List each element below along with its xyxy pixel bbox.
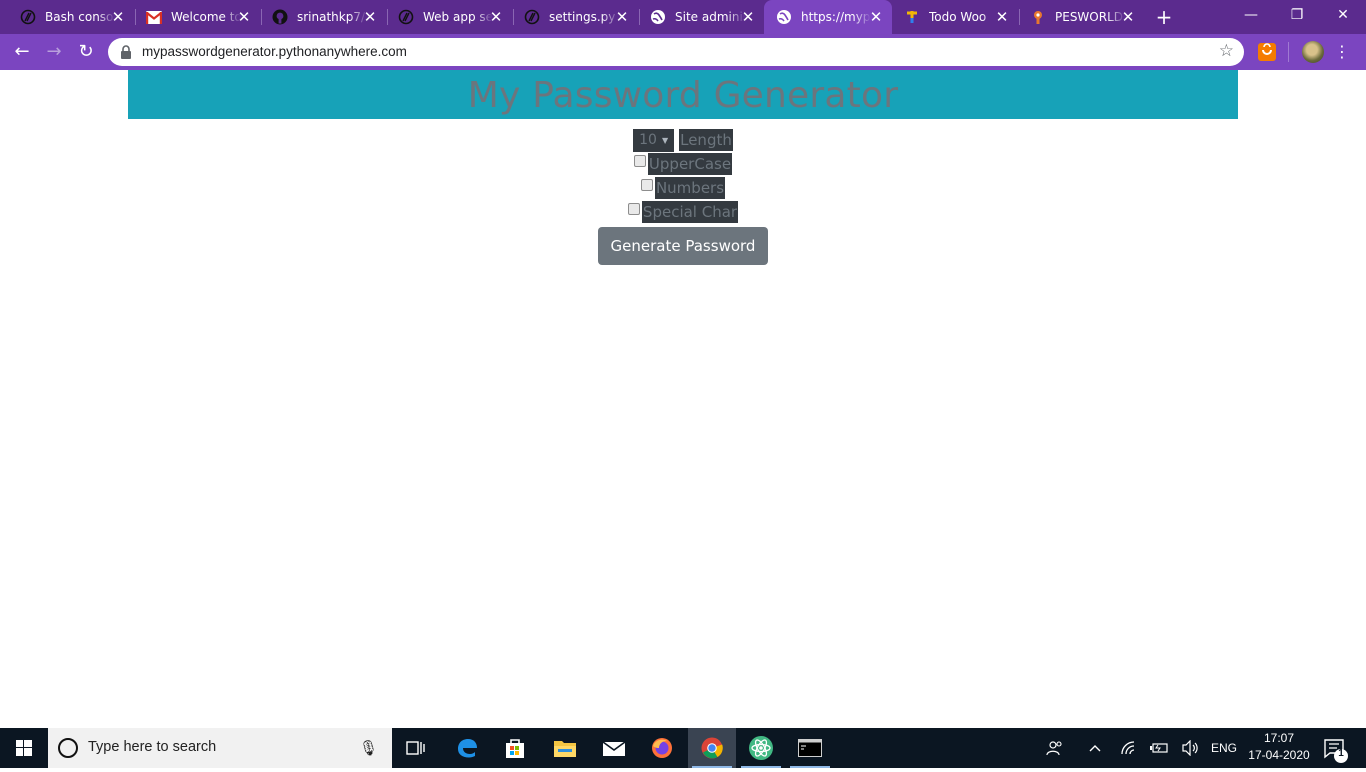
forward-button[interactable]: →	[40, 38, 68, 66]
gmail-icon	[146, 9, 162, 25]
tab-pesworld[interactable]: PESWORLD ✕	[1018, 0, 1144, 34]
clock-date: 17-04-2020	[1248, 748, 1310, 762]
lock-icon	[121, 45, 131, 59]
numbers-checkbox[interactable]	[640, 179, 653, 191]
close-window-button[interactable]: ✕	[1320, 0, 1366, 30]
toolbar-divider	[1288, 42, 1289, 62]
numbers-label: Numbers	[654, 177, 726, 199]
special-char-label: Special Char	[641, 201, 739, 223]
uppercase-checkbox[interactable]	[633, 155, 646, 167]
reload-button[interactable]: ↻	[72, 38, 100, 66]
microphone-icon[interactable]: 🎙	[359, 739, 378, 757]
people-icon[interactable]	[1042, 728, 1068, 768]
avatar[interactable]	[1302, 41, 1324, 63]
action-center-icon[interactable]: 1	[1318, 728, 1366, 768]
url-text: mypasswordgenerator.pythonanywhere.com	[142, 44, 407, 59]
address-bar[interactable]: mypasswordgenerator.pythonanywhere.com ☆	[108, 38, 1244, 66]
firefox-icon[interactable]	[638, 728, 686, 768]
length-label: Length	[679, 129, 733, 151]
uppercase-row: UpperCase	[0, 152, 1366, 176]
close-icon[interactable]: ✕	[236, 9, 252, 25]
tab-password-generator[interactable]: https://myp ✕	[764, 0, 892, 34]
windows-taskbar: Type here to search 🎙 ENG 17:07 17-04-20…	[0, 728, 1366, 768]
mail-icon[interactable]	[590, 728, 638, 768]
file-explorer-icon[interactable]	[541, 728, 589, 768]
generate-password-button[interactable]: Generate Password	[597, 227, 769, 265]
tab-site-administration[interactable]: Site adminis ✕	[638, 0, 764, 34]
edge-icon[interactable]	[443, 728, 491, 768]
close-icon[interactable]: ✕	[614, 9, 630, 25]
length-select-value: 10	[639, 132, 657, 148]
battery-icon[interactable]	[1146, 728, 1172, 768]
tab-todo[interactable]: Todo Woo ✕	[892, 0, 1018, 34]
tab-settings-py[interactable]: settings.py ✕	[512, 0, 638, 34]
system-clock[interactable]: 17:07 17-04-2020	[1244, 730, 1314, 764]
store-icon[interactable]	[491, 728, 539, 768]
chevron-up-icon[interactable]	[1082, 728, 1108, 768]
close-icon[interactable]: ✕	[740, 9, 756, 25]
minimize-button[interactable]: —	[1228, 0, 1274, 30]
github-icon	[272, 9, 288, 25]
tab-bash-console[interactable]: Bash console ✕	[8, 0, 134, 34]
close-icon[interactable]: ✕	[994, 9, 1010, 25]
pythonanywhere-icon	[398, 9, 414, 25]
cortana-icon	[58, 738, 78, 758]
bookmark-star-icon[interactable]: ☆	[1219, 41, 1234, 61]
tab-strip: Bash console ✕ Welcome to ✕ srinathkp7/ …	[0, 0, 1366, 34]
globe-icon	[776, 9, 792, 25]
chevron-down-icon: ▼	[661, 135, 669, 145]
button-row: Generate Password	[0, 224, 1366, 266]
close-icon[interactable]: ✕	[868, 9, 884, 25]
start-button[interactable]	[0, 728, 48, 768]
special-char-row: Special Char	[0, 200, 1366, 224]
back-button[interactable]: ←	[8, 38, 36, 66]
tab-gmail[interactable]: Welcome to ✕	[134, 0, 260, 34]
pythonanywhere-icon	[20, 9, 36, 25]
windows-logo-icon	[16, 740, 32, 756]
input-language[interactable]: ENG	[1206, 728, 1242, 768]
close-icon[interactable]: ✕	[488, 9, 504, 25]
wifi-icon[interactable]	[1116, 728, 1142, 768]
special-char-checkbox[interactable]	[627, 203, 640, 215]
tab-web-app-setup[interactable]: Web app se ✕	[386, 0, 512, 34]
tab-github[interactable]: srinathkp7/ ✕	[260, 0, 386, 34]
todo-icon	[904, 9, 920, 25]
uppercase-label: UpperCase	[647, 153, 733, 175]
taskbar-search[interactable]: Type here to search 🎙	[48, 728, 392, 768]
length-row: 10 ▼ Length	[0, 128, 1366, 152]
volume-icon[interactable]	[1178, 728, 1204, 768]
globe-icon	[650, 9, 666, 25]
pythonanywhere-icon	[524, 9, 540, 25]
password-form: 10 ▼ Length UpperCase Numbers Special Ch…	[0, 126, 1366, 266]
restore-button[interactable]: ❐	[1274, 0, 1320, 30]
numbers-row: Numbers	[0, 176, 1366, 200]
task-view-icon[interactable]	[392, 728, 440, 768]
command-prompt-icon[interactable]	[786, 728, 834, 768]
more-menu-icon[interactable]: ⋮	[1334, 41, 1350, 63]
close-icon[interactable]: ✕	[110, 9, 126, 25]
page-header: My Password Generator	[128, 70, 1238, 119]
notification-count: 1	[1338, 748, 1344, 759]
length-select[interactable]: 10 ▼	[633, 128, 675, 152]
clock-time: 17:07	[1263, 731, 1295, 745]
new-tab-button[interactable]: +	[1152, 5, 1176, 29]
page-title: My Password Generator	[467, 75, 899, 116]
atom-icon[interactable]	[737, 728, 785, 768]
close-icon[interactable]: ✕	[1120, 9, 1136, 25]
extension-icon[interactable]	[1258, 43, 1276, 61]
close-icon[interactable]: ✕	[362, 9, 378, 25]
chrome-icon[interactable]	[688, 728, 736, 768]
pes-icon	[1030, 9, 1046, 25]
search-placeholder: Type here to search	[88, 739, 217, 755]
